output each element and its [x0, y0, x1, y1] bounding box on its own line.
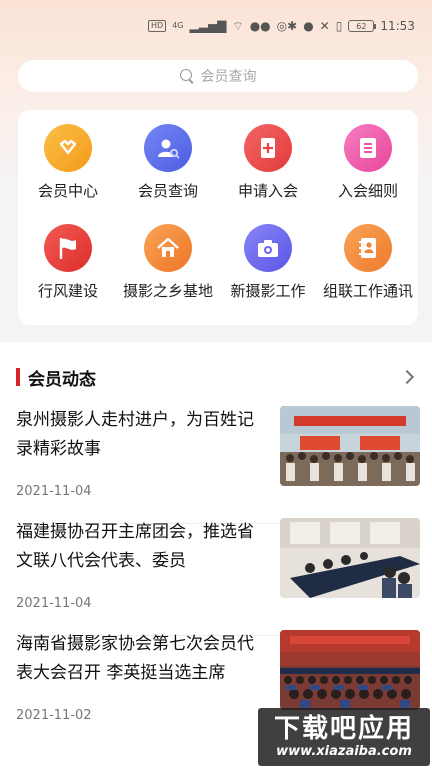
news-header[interactable]: 会员动态	[0, 342, 432, 412]
chevron-right-icon[interactable]	[399, 369, 415, 385]
watermark-url: www.xiazaiba.com	[276, 744, 412, 759]
function-grid: 会员中心 会员查询 申请入会 入会细则 行风建设 摄影之乡基地 新摄影工作 组联…	[18, 110, 418, 324]
house-icon	[144, 224, 192, 272]
signal-icon: ▂▃▅▇	[189, 19, 227, 33]
news-headline: 泉州摄影人走村进户，为百姓记录精彩故事	[16, 410, 254, 459]
news-text: 福建摄协召开主席团会，推选省文联八代会代表、委员	[16, 522, 264, 576]
clock: 11:53	[380, 19, 415, 33]
news-thumbnail	[280, 518, 420, 598]
news-text: 泉州摄影人走村进户，为百姓记录精彩故事	[16, 410, 264, 464]
document-add-icon	[244, 124, 292, 172]
contact-book-icon	[344, 224, 392, 272]
news-headline: 海南省摄影家协会第七次会员代表大会召开 李英挺当选主席	[16, 634, 254, 683]
news-item[interactable]: 泉州摄影人走村进户，为百姓记录精彩故事 2021-11-04	[16, 406, 420, 524]
grid-label: 申请入会	[237, 182, 298, 200]
news-text: 海南省摄影家协会第七次会员代表大会召开 李英挺当选主席	[16, 634, 264, 688]
camera-icon	[244, 224, 292, 272]
search-placeholder: 会员查询	[200, 69, 257, 85]
grid-label: 入会细则	[337, 182, 398, 200]
search-input[interactable]: 会员查询	[18, 60, 418, 92]
news-date: 2021-11-02	[16, 708, 92, 723]
grid-item-new-photo-work[interactable]: 新摄影工作	[218, 224, 318, 324]
news-thumbnail	[280, 630, 420, 710]
network-indicator: 4G	[172, 21, 184, 30]
grid-item-rules[interactable]: 入会细则	[318, 124, 418, 224]
news-date: 2021-11-04	[16, 484, 92, 499]
list-icon	[344, 124, 392, 172]
location-icon: ●	[303, 19, 314, 33]
status-bar: HD 4G ▂▃▅▇ ⌔ ●● ◎ ✱ ● ✕ ▯ 62 11:53	[0, 0, 432, 52]
grid-label: 会员查询	[137, 182, 198, 200]
grid-label: 组联工作通讯	[322, 282, 413, 300]
flag-icon	[44, 224, 92, 272]
grid-item-member-center[interactable]: 会员中心	[18, 124, 118, 224]
watermark-main: 下载吧应用	[273, 714, 414, 744]
mute-icon: ✕	[319, 19, 330, 33]
news-headline: 福建摄协召开主席团会，推选省文联八代会代表、委员	[16, 522, 254, 571]
news-date: 2021-11-04	[16, 596, 92, 611]
grid-item-member-search[interactable]: 会员查询	[118, 124, 218, 224]
grid-item-apply[interactable]: 申请入会	[218, 124, 318, 224]
grid-label: 摄影之乡基地	[122, 282, 213, 300]
grid-label: 新摄影工作	[230, 282, 306, 300]
bluetooth-icon: ✱	[287, 19, 298, 33]
member-news-section: 会员动态 泉州摄影人走村进户，为百姓记录精彩故事 2021-11-04 福建摄协…	[0, 342, 432, 768]
wechat-icon: ●●	[249, 19, 271, 33]
heart-down-icon	[44, 124, 92, 172]
news-title-wrap: 会员动态	[16, 365, 96, 390]
grid-label: 会员中心	[37, 182, 98, 200]
battery-level: 62	[356, 21, 367, 31]
news-item[interactable]: 福建摄协召开主席团会，推选省文联八代会代表、委员 2021-11-04	[16, 518, 420, 636]
watermark-logo: 下载吧应用 www.xiazaiba.com	[258, 708, 430, 766]
search-icon	[179, 68, 195, 84]
section-title: 会员动态	[28, 369, 96, 390]
wifi-icon: ⌔	[232, 19, 244, 33]
title-accent-bar	[16, 368, 20, 386]
status-right: ✱ ● ✕ ▯ 62 11:53	[287, 19, 415, 33]
grid-label: 行风建设	[37, 282, 98, 300]
grid-item-conduct[interactable]: 行风建设	[18, 224, 118, 324]
user-search-icon	[144, 124, 192, 172]
globe-icon: ◎	[276, 19, 288, 33]
function-grid-card: 会员中心 会员查询 申请入会 入会细则 行风建设 摄影之乡基地 新摄影工作 组联…	[18, 110, 418, 325]
battery-icon: 62	[348, 20, 377, 32]
status-left: HD 4G ▂▃▅▇ ⌔ ●● ◎	[148, 20, 287, 32]
grid-item-newsletter[interactable]: 组联工作通讯	[318, 224, 418, 324]
hd-badge: HD	[148, 20, 167, 32]
vibrate-icon: ▯	[335, 19, 343, 33]
grid-item-photo-base[interactable]: 摄影之乡基地	[118, 224, 218, 324]
news-thumbnail	[280, 406, 420, 486]
